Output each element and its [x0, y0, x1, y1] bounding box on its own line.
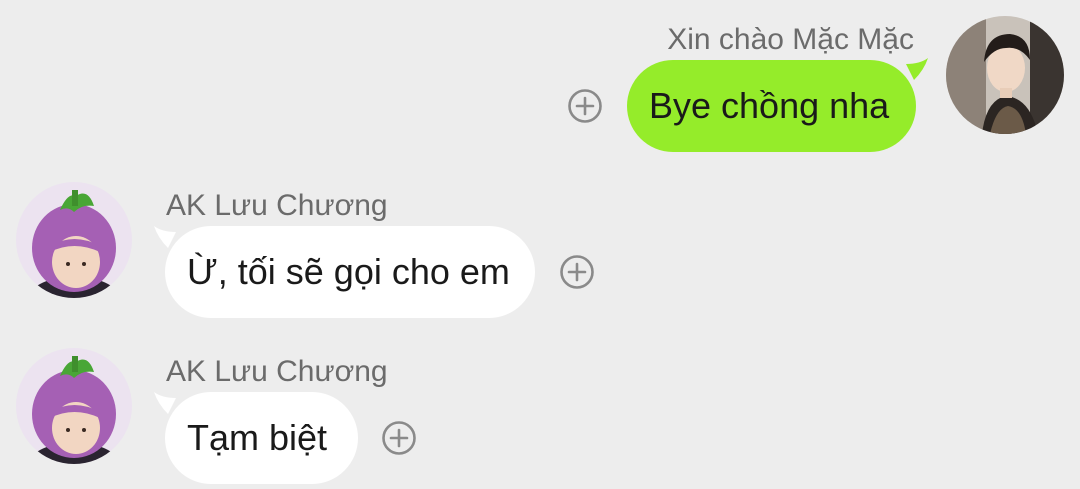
message-bubble[interactable]: Ừ, tối sẽ gọi cho em	[165, 226, 535, 318]
sender-name: AK Lưu Chương	[166, 355, 388, 388]
young-man-portrait-avatar	[946, 16, 1064, 134]
add-reaction-icon	[560, 255, 594, 289]
message-row-incoming: AK Lưu Chương Ừ, tối sẽ gọi cho em	[0, 170, 1080, 330]
sender-name: AK Lưu Chương	[166, 189, 388, 222]
add-reaction-icon	[568, 89, 602, 123]
message-text: Bye chồng nha	[649, 85, 890, 126]
message-bubble[interactable]: Bye chồng nha	[627, 60, 916, 152]
message-text: Ừ, tối sẽ gọi cho em	[187, 251, 510, 292]
add-reaction-button[interactable]	[567, 88, 603, 124]
message-row-outgoing: Xin chào Mặc Mặc Bye chồng nha	[0, 0, 1080, 160]
sender-name: Xin chào Mặc Mặc	[667, 23, 914, 56]
add-reaction-button[interactable]	[559, 254, 595, 290]
message-text: Tạm biệt	[187, 417, 328, 458]
avatar[interactable]	[946, 16, 1064, 134]
avatar[interactable]	[16, 182, 132, 298]
bubble-tail	[906, 58, 928, 80]
message-bubble[interactable]: Tạm biệt	[165, 392, 358, 484]
eggplant-hat-avatar	[16, 182, 132, 298]
message-row-incoming: AK Lưu Chương Tạm biệt	[0, 336, 1080, 489]
add-reaction-icon	[382, 421, 416, 455]
eggplant-hat-avatar	[16, 348, 132, 464]
avatar[interactable]	[16, 348, 132, 464]
add-reaction-button[interactable]	[381, 420, 417, 456]
